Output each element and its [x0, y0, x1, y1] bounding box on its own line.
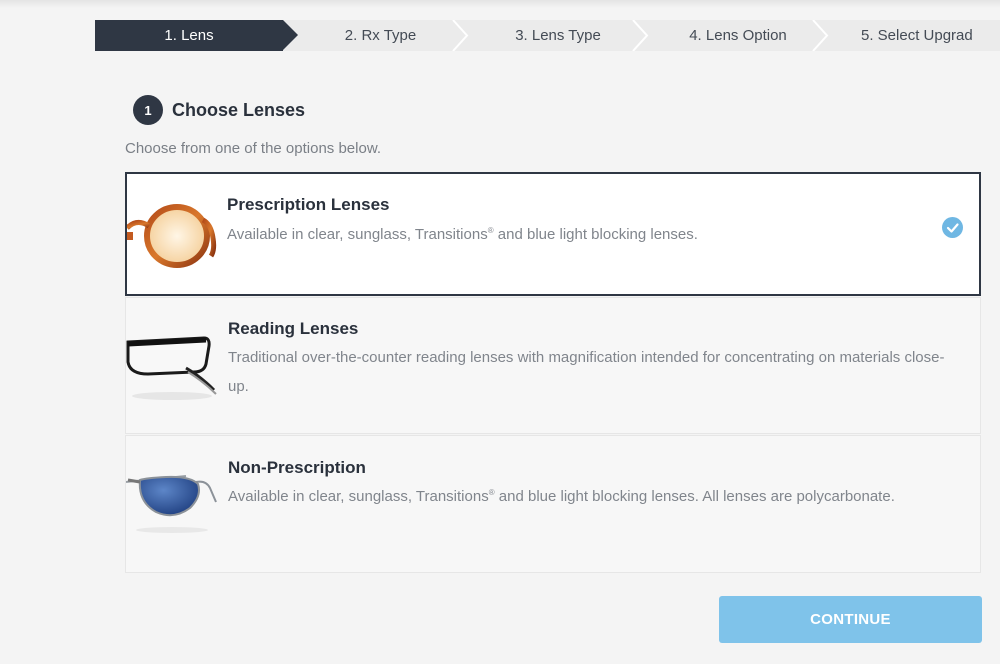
aviator-sunglasses-icon — [126, 460, 218, 540]
step-lens-option[interactable]: 4. Lens Option — [648, 20, 829, 51]
step-lens-type[interactable]: 3. Lens Type — [468, 20, 649, 51]
step-label: 5. Select Upgrad — [861, 27, 973, 44]
black-rectangle-glasses-icon — [126, 324, 218, 404]
page-title: Choose Lenses — [172, 99, 306, 120]
step-lens[interactable]: 1. Lens — [95, 20, 298, 51]
option-title: Prescription Lenses — [227, 195, 390, 214]
step-label: 4. Lens Option — [689, 27, 787, 44]
step-label: 3. Lens Type — [515, 27, 601, 44]
option-description: Traditional over-the-counter reading len… — [228, 343, 948, 401]
selected-check-icon — [942, 217, 963, 238]
step-number-badge: 1 — [133, 95, 163, 125]
step-rx-type[interactable]: 2. Rx Type — [283, 20, 469, 51]
option-reading-lenses[interactable]: Reading Lenses Traditional over-the-coun… — [125, 297, 981, 434]
option-description-text: and blue light blocking lenses. All lens… — [494, 488, 895, 505]
option-description-text: Traditional over-the-counter reading len… — [228, 349, 945, 395]
top-shadow — [0, 0, 1000, 8]
option-title: Reading Lenses — [228, 319, 359, 338]
continue-button[interactable]: CONTINUE — [719, 596, 982, 643]
step-separator-icon — [632, 20, 649, 51]
option-description-text: and blue light blocking lenses. — [493, 226, 698, 243]
option-title: Non-Prescription — [228, 458, 366, 477]
option-non-prescription[interactable]: Non-Prescription Available in clear, sun… — [125, 435, 981, 573]
option-prescription-lenses[interactable]: Prescription Lenses Available in clear, … — [125, 172, 981, 296]
option-description: Available in clear, sunglass, Transition… — [227, 220, 947, 249]
option-description: Available in clear, sunglass, Transition… — [228, 482, 948, 511]
tortoise-round-glasses-icon — [127, 198, 219, 278]
step-separator-icon — [812, 20, 829, 51]
section-subtitle: Choose from one of the options below. — [125, 140, 381, 157]
step-label: 2. Rx Type — [344, 27, 417, 44]
checkout-stepper: 1. Lens 2. Rx Type 3. Lens Type 4. Lens … — [95, 20, 1000, 51]
option-description-text: Available in clear, sunglass, Transition… — [227, 226, 488, 243]
step-select-upgrade[interactable]: 5. Select Upgrad — [828, 20, 1000, 51]
section-header: 1 Choose Lenses — [133, 95, 305, 125]
step-separator-icon — [452, 20, 469, 51]
option-description-text: Available in clear, sunglass, Transition… — [228, 488, 489, 505]
step-label: 1. Lens — [164, 27, 214, 44]
